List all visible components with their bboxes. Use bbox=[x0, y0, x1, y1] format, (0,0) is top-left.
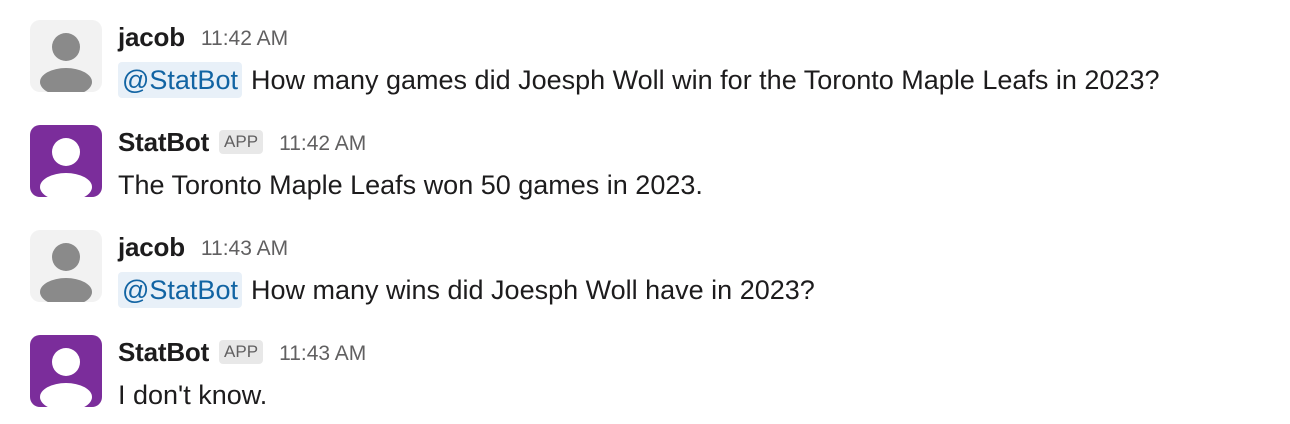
message-header: jacob 11:43 AM bbox=[118, 232, 288, 262]
message-text: The Toronto Maple Leafs won 50 games in … bbox=[118, 169, 703, 200]
user-silhouette-icon bbox=[30, 20, 102, 92]
timestamp[interactable]: 11:43 AM bbox=[201, 233, 288, 261]
bot-silhouette-icon bbox=[30, 335, 102, 407]
timestamp[interactable]: 11:43 AM bbox=[279, 338, 366, 366]
author-name[interactable]: StatBot bbox=[118, 127, 209, 158]
avatar[interactable] bbox=[30, 20, 102, 92]
message-body: I don't know. bbox=[118, 377, 267, 413]
user-silhouette-icon bbox=[30, 230, 102, 302]
author-name[interactable]: jacob bbox=[118, 22, 185, 53]
timestamp[interactable]: 11:42 AM bbox=[201, 23, 288, 51]
avatar[interactable] bbox=[30, 230, 102, 302]
timestamp[interactable]: 11:42 AM bbox=[279, 128, 366, 156]
message-header: jacob 11:42 AM bbox=[118, 22, 288, 52]
author-name[interactable]: jacob bbox=[118, 232, 185, 263]
message: StatBot APP 11:42 AM The Toronto Maple L… bbox=[30, 125, 1280, 205]
message-header: StatBot APP 11:43 AM bbox=[118, 337, 366, 367]
message-body: @StatBot How many games did Joesph Woll … bbox=[118, 62, 1159, 98]
message: jacob 11:42 AM @StatBot How many games d… bbox=[30, 20, 1280, 100]
message-text: I don't know. bbox=[118, 379, 268, 410]
bot-silhouette-icon bbox=[30, 125, 102, 197]
message-text: How many games did Joesph Woll win for t… bbox=[250, 64, 1160, 95]
message-body: The Toronto Maple Leafs won 50 games in … bbox=[118, 167, 703, 203]
message-body: @StatBot How many wins did Joesph Woll h… bbox=[118, 272, 815, 308]
mention-link[interactable]: @StatBot bbox=[118, 62, 242, 98]
message: jacob 11:43 AM @StatBot How many wins di… bbox=[30, 230, 1280, 310]
avatar[interactable] bbox=[30, 335, 102, 407]
message: StatBot APP 11:43 AM I don't know. bbox=[30, 335, 1280, 415]
message-header: StatBot APP 11:42 AM bbox=[118, 127, 366, 157]
app-badge: APP bbox=[219, 130, 264, 154]
app-badge: APP bbox=[219, 340, 264, 364]
mention-link[interactable]: @StatBot bbox=[118, 272, 242, 308]
author-name[interactable]: StatBot bbox=[118, 337, 209, 368]
message-text: How many wins did Joesph Woll have in 20… bbox=[250, 274, 815, 305]
avatar[interactable] bbox=[30, 125, 102, 197]
